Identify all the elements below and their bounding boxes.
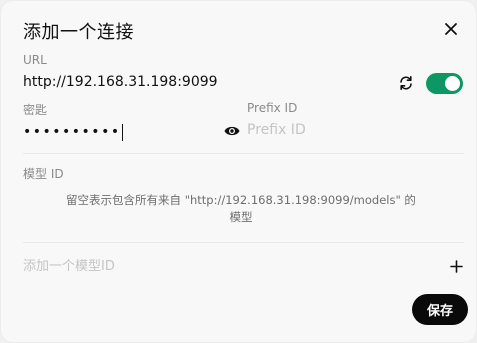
refresh-icon[interactable] (398, 75, 414, 91)
key-label: 密匙 (23, 103, 48, 117)
save-button[interactable]: 保存 (412, 294, 468, 325)
divider (23, 242, 464, 243)
url-label: URL (23, 53, 47, 67)
eye-icon[interactable] (224, 125, 240, 137)
prefix-input[interactable] (247, 122, 447, 138)
prefix-label: Prefix ID (247, 101, 298, 115)
model-id-hint: 留空表示包含所有来自 "http://192.168.31.198:9099/m… (66, 193, 416, 224)
add-model-id-input[interactable] (23, 259, 433, 274)
key-masked-value: •••••••••• (23, 124, 121, 140)
dialog-title: 添加一个连接 (23, 22, 134, 43)
enable-toggle[interactable] (426, 73, 463, 94)
close-icon[interactable] (443, 21, 459, 37)
model-id-label: 模型 ID (23, 167, 64, 181)
url-field[interactable]: http://192.168.31.198:9099 (23, 74, 218, 90)
divider (23, 153, 464, 154)
key-field[interactable]: •••••••••• (23, 123, 124, 141)
add-connection-dialog: 添加一个连接 URL http://192.168.31.198:9099 密匙… (1, 1, 476, 342)
plus-icon[interactable] (450, 260, 463, 273)
toggle-knob (445, 76, 460, 91)
text-caret (121, 123, 124, 141)
